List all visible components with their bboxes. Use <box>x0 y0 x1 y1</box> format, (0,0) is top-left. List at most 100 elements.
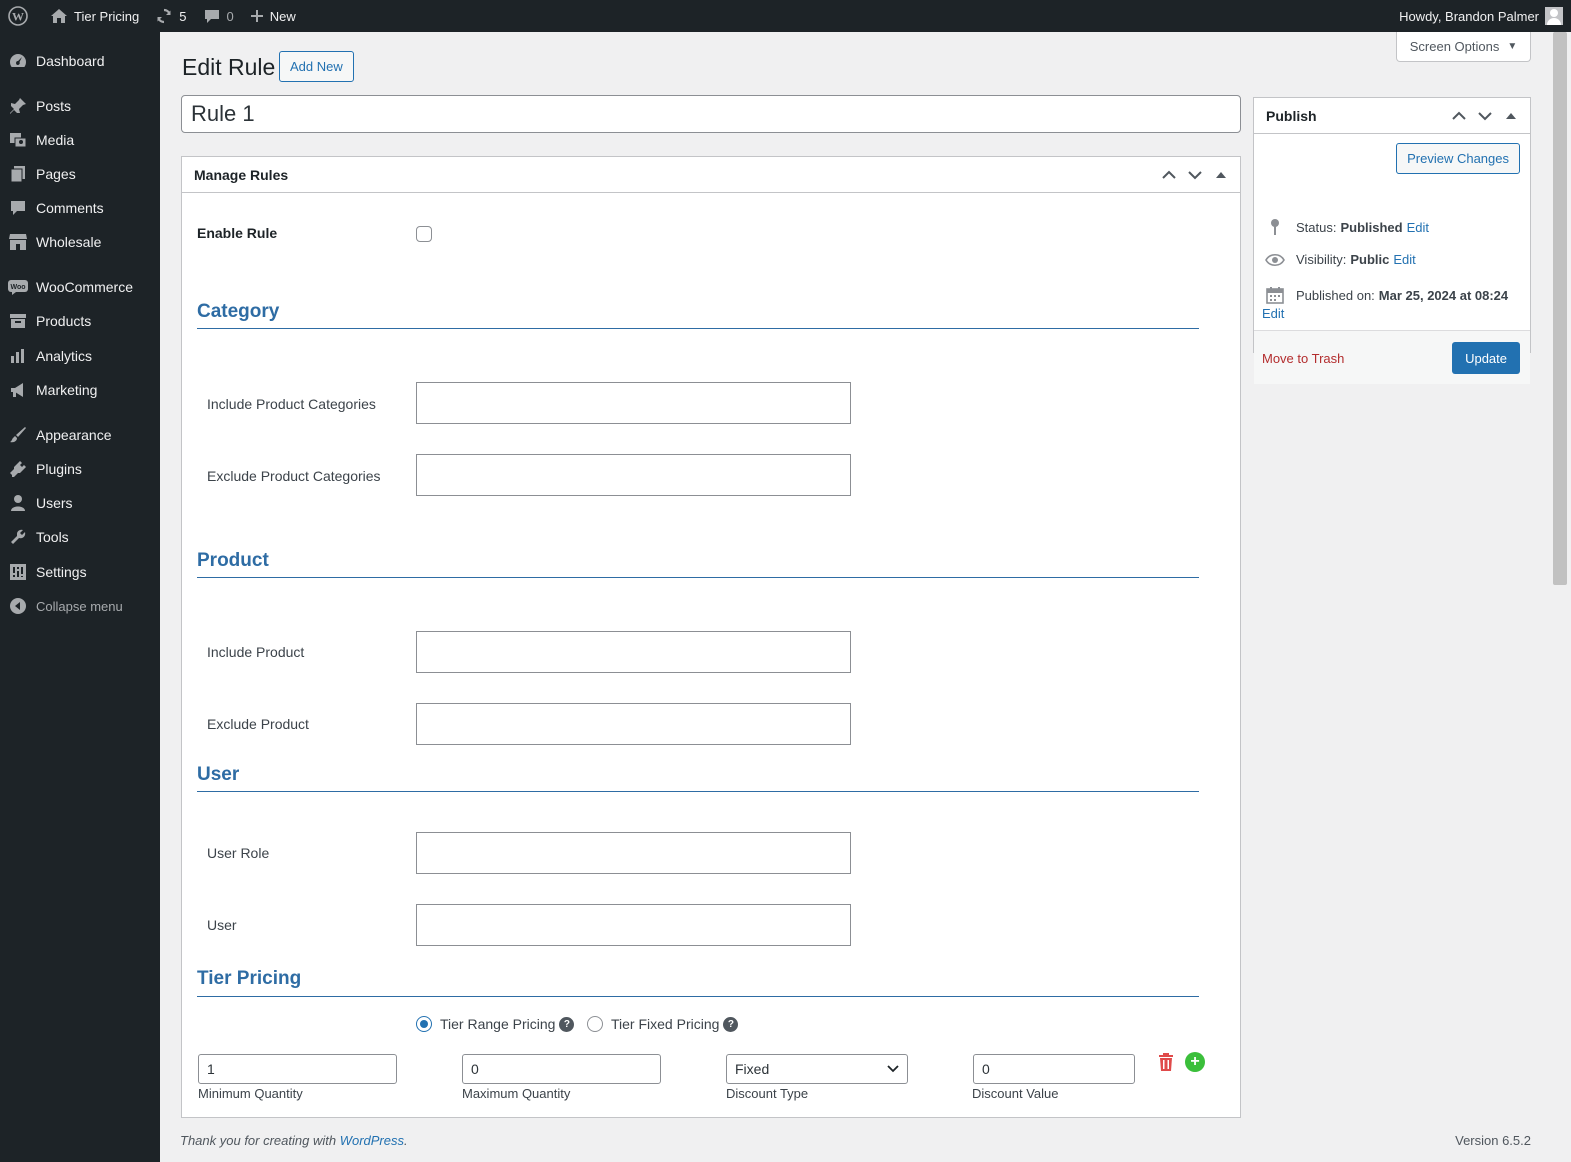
exclude-categories-field[interactable] <box>416 454 851 496</box>
triangle-down-icon: ▼ <box>1507 41 1518 52</box>
move-up-icon[interactable] <box>1156 170 1182 180</box>
pages-icon <box>0 165 36 183</box>
published-label: Published on: <box>1296 287 1375 303</box>
menu-tools[interactable]: Tools <box>0 520 160 554</box>
menu-label: Posts <box>36 98 72 114</box>
exclude-product-field[interactable] <box>416 703 851 745</box>
include-categories-field[interactable] <box>416 382 851 424</box>
menu-dashboard[interactable]: Dashboard <box>0 44 160 78</box>
scrollbar-thumb[interactable] <box>1553 32 1567 585</box>
tier-fixed-option[interactable]: Tier Fixed Pricing ? <box>587 1016 739 1032</box>
toggle-panel-icon[interactable] <box>1208 171 1234 179</box>
trash-icon[interactable] <box>1157 1052 1175 1075</box>
discount-type-select[interactable]: Fixed <box>726 1054 908 1084</box>
move-down-icon[interactable] <box>1472 111 1498 121</box>
calendar-icon <box>1262 286 1288 304</box>
footer-thanks: Thank you for creating with WordPress. <box>180 1133 408 1148</box>
include-product-label: Include Product <box>207 644 305 660</box>
screen-options-button[interactable]: Screen Options ▼ <box>1396 32 1531 62</box>
menu-label: Media <box>36 132 75 148</box>
edit-status-link[interactable]: Edit <box>1407 220 1429 235</box>
edit-date-link[interactable]: Edit <box>1262 306 1284 321</box>
home-icon <box>51 9 67 23</box>
visibility-value: Public <box>1350 252 1390 267</box>
comment-icon <box>204 10 219 23</box>
menu-posts[interactable]: Posts <box>0 89 160 123</box>
move-to-trash-link[interactable]: Move to Trash <box>1262 351 1344 366</box>
site-name-link[interactable]: Tier Pricing <box>42 0 147 32</box>
svg-text:Woo: Woo <box>10 284 25 291</box>
chart-icon <box>0 347 36 365</box>
wordpress-link[interactable]: WordPress <box>340 1133 404 1148</box>
avatar <box>1545 7 1563 25</box>
new-content-link[interactable]: New <box>242 0 304 32</box>
updates-link[interactable]: 5 <box>147 0 194 32</box>
category-divider <box>197 328 1199 329</box>
max-quantity-input[interactable]: 0 <box>462 1054 661 1084</box>
status-label: Status: <box>1296 219 1337 235</box>
product-section-title: Product <box>197 550 269 571</box>
add-tier-icon[interactable]: + <box>1185 1052 1205 1072</box>
manage-rules-box: Manage Rules Enable Rule Category Includ… <box>181 156 1241 1118</box>
tier-fixed-radio[interactable] <box>587 1016 603 1032</box>
user-field[interactable] <box>416 904 851 946</box>
published-row: Published on: Mar 25, 2024 at 08:24 <box>1262 286 1512 304</box>
min-quantity-input[interactable]: 1 <box>198 1054 397 1084</box>
toggle-panel-icon[interactable] <box>1498 112 1524 120</box>
post-title-input[interactable] <box>181 95 1241 133</box>
publish-title: Publish <box>1266 107 1317 124</box>
archive-icon <box>0 312 36 330</box>
edit-visibility-link[interactable]: Edit <box>1393 252 1415 267</box>
menu-comments[interactable]: Comments <box>0 191 160 225</box>
menu-label: Analytics <box>36 348 93 364</box>
tier-range-option[interactable]: Tier Range Pricing ? <box>416 1016 575 1032</box>
settings-icon <box>0 563 36 581</box>
menu-wholesale[interactable]: Wholesale <box>0 225 160 259</box>
enable-rule-checkbox[interactable] <box>416 226 432 242</box>
discount-type-value: Fixed <box>735 1061 770 1077</box>
menu-users[interactable]: Users <box>0 486 160 520</box>
menu-analytics[interactable]: Analytics <box>0 339 160 373</box>
wordpress-logo-button[interactable]: W <box>0 0 42 32</box>
discount-value-input[interactable]: 0 <box>973 1054 1135 1084</box>
menu-label: Products <box>36 313 92 329</box>
move-up-icon[interactable] <box>1446 111 1472 121</box>
help-icon[interactable]: ? <box>723 1016 739 1032</box>
tier-section-title: Tier Pricing <box>197 968 302 989</box>
user-icon <box>0 494 36 512</box>
menu-pages[interactable]: Pages <box>0 157 160 191</box>
menu-label: WooCommerce <box>36 279 133 295</box>
include-product-field[interactable] <box>416 631 851 673</box>
user-role-field[interactable] <box>416 832 851 874</box>
comments-link[interactable]: 0 <box>195 0 242 32</box>
collapse-arrow-icon <box>0 597 36 615</box>
menu-settings[interactable]: Settings <box>0 555 160 589</box>
pin-icon <box>1262 218 1288 236</box>
update-button[interactable]: Update <box>1452 342 1520 374</box>
preview-changes-button[interactable]: Preview Changes <box>1396 143 1520 174</box>
collapse-label: Collapse menu <box>36 598 123 614</box>
tier-range-radio[interactable] <box>416 1016 432 1032</box>
menu-woocommerce[interactable]: Woo WooCommerce <box>0 270 160 304</box>
menu-plugins[interactable]: Plugins <box>0 452 160 486</box>
menu-media[interactable]: Media <box>0 123 160 157</box>
chevron-down-icon <box>887 1065 899 1073</box>
plus-icon <box>250 10 263 22</box>
brush-icon <box>0 426 36 444</box>
pin-icon <box>0 97 36 115</box>
menu-appearance[interactable]: Appearance <box>0 418 160 452</box>
enable-rule-label: Enable Rule <box>197 225 278 241</box>
move-down-icon[interactable] <box>1182 170 1208 180</box>
menu-products[interactable]: Products <box>0 304 160 338</box>
howdy-greeting: Howdy, Brandon Palmer <box>1399 8 1539 24</box>
menu-marketing[interactable]: Marketing <box>0 373 160 407</box>
menu-label: Marketing <box>36 382 98 398</box>
add-new-button[interactable]: Add New <box>279 51 354 82</box>
help-icon[interactable]: ? <box>559 1016 575 1032</box>
publish-actions: Move to Trash Update <box>1254 330 1530 384</box>
refresh-icon <box>157 8 171 24</box>
user-role-label: User Role <box>207 845 270 861</box>
updates-count: 5 <box>179 8 187 24</box>
my-account-link[interactable]: Howdy, Brandon Palmer <box>1399 7 1571 25</box>
collapse-menu-button[interactable]: Collapse menu <box>0 589 160 623</box>
